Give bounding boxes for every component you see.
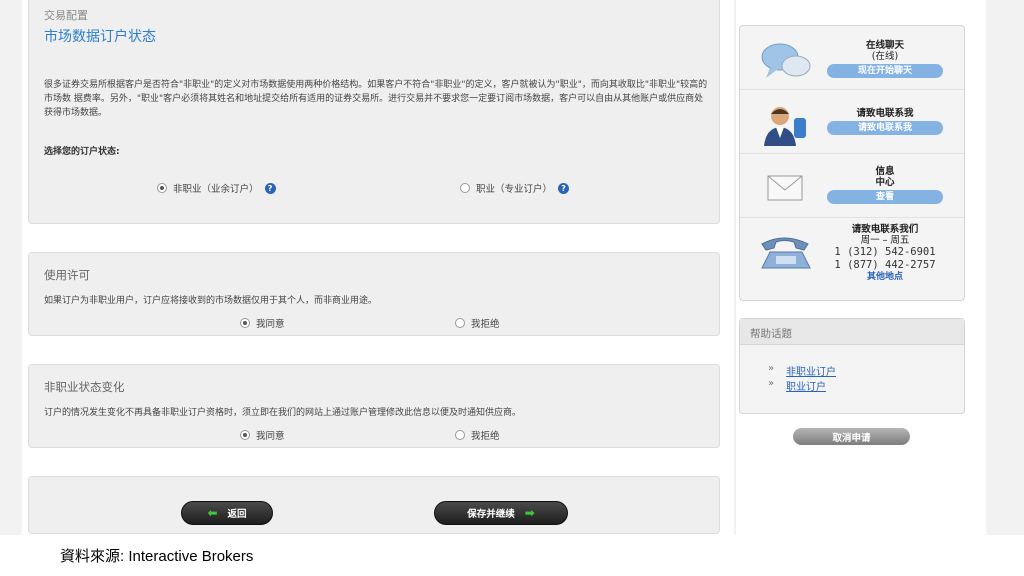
message-center-text: 信息 中心 查看 xyxy=(826,166,944,204)
save-continue-label: 保存并继续 xyxy=(467,509,515,520)
right-sidebar: 在线聊天 (在线) 现在开始聊天 请致电联系我 请致电联系我 信息 中心 查看 … xyxy=(736,0,986,535)
radio-dot-icon[interactable] xyxy=(460,183,470,193)
back-button-label: 返回 xyxy=(227,509,247,520)
subscriber-status-panel: 交易配置 市场数据订户状态 很多证券交易所根据客户是否符合"非职业"的定义对市场… xyxy=(28,0,720,224)
other-locations-link[interactable]: 其他地点 xyxy=(826,272,944,283)
section-title: 使用许可 xyxy=(44,268,90,282)
save-continue-button[interactable]: 保存并继续 ➡ xyxy=(434,501,568,525)
desk-phone-icon xyxy=(761,237,811,269)
status-change-panel: 非职业状态变化 订户的情况发生变化不再具备非职业订户资格时，须立即在我们的网站上… xyxy=(28,364,720,448)
chat-title: 在线聊天 xyxy=(865,40,904,51)
radio-reject[interactable]: 我拒绝 xyxy=(455,428,500,442)
call-me-title: 请致电联系我 xyxy=(856,108,914,119)
help-icon[interactable]: ? xyxy=(264,182,276,194)
message-title-2: 中心 xyxy=(875,177,895,188)
screenshot-area: 交易配置 市场数据订户状态 很多证券交易所根据客户是否符合"非职业"的定义对市场… xyxy=(0,0,1024,535)
radio-dot-icon[interactable] xyxy=(455,430,465,440)
intro-paragraph: 很多证券交易所根据客户是否符合"非职业"的定义对市场数据使用两种价格结构。如果客… xyxy=(44,80,708,118)
radio-reject[interactable]: 我拒绝 xyxy=(455,316,500,330)
envelope-icon xyxy=(767,175,803,201)
call-me-button[interactable]: 请致电联系我 xyxy=(827,121,943,135)
message-center-row: 信息 中心 查看 xyxy=(740,154,964,218)
view-messages-button[interactable]: 查看 xyxy=(827,190,943,204)
radio-agree[interactable]: 我同意 xyxy=(240,316,285,330)
live-chat-row: 在线聊天 (在线) 现在开始聊天 xyxy=(740,26,964,90)
radio-dot-icon[interactable] xyxy=(240,430,250,440)
section-text: 订户的情况发生变化不再具备非职业订户资格时，须立即在我们的网站上通过账户管理修改… xyxy=(44,408,522,418)
radio-label: 我同意 xyxy=(256,319,285,330)
status-label: 选择您的订户状态: xyxy=(44,147,120,157)
message-title-1: 信息 xyxy=(875,166,895,177)
radio-dot-icon[interactable] xyxy=(240,318,250,328)
phone-title: 请致电联系我们 xyxy=(851,224,919,235)
radio-agree[interactable]: 我同意 xyxy=(240,428,285,442)
arrow-left-icon: ⬅ xyxy=(207,506,218,520)
radio-label: 非职业（业余订户） xyxy=(173,184,259,195)
radio-label: 我同意 xyxy=(256,431,285,442)
radio-non-professional[interactable]: 非职业（业余订户） ? xyxy=(157,181,276,195)
start-chat-button[interactable]: 现在开始聊天 xyxy=(827,64,943,78)
phone-number-2: 1 (877) 442-2757 xyxy=(834,259,936,271)
help-topics-title: 帮助话题 xyxy=(740,319,964,345)
radio-label: 职业（专业订户） xyxy=(476,184,553,195)
chat-bubbles-icon xyxy=(761,43,811,78)
phone-row: 请致电联系我们 周一 – 周五 1 (312) 542-6901 1 (877)… xyxy=(740,218,964,300)
chat-status: (在线) xyxy=(871,51,899,62)
contact-box: 在线聊天 (在线) 现在开始聊天 请致电联系我 请致电联系我 信息 中心 查看 … xyxy=(739,25,965,301)
phone-hours: 周一 – 周五 xyxy=(860,235,910,246)
arrow-right-icon: ➡ xyxy=(524,506,535,520)
phone-text: 请致电联系我们 周一 – 周五 1 (312) 542-6901 1 (877)… xyxy=(826,224,944,283)
page-title: 市场数据订户状态 xyxy=(44,29,156,45)
radio-label: 我拒绝 xyxy=(471,319,500,330)
section-text: 如果订户为非职业用户，订户应将接收到的市场数据仅用于其个人，而非商业用途。 xyxy=(44,296,378,306)
help-icon[interactable]: ? xyxy=(558,182,570,194)
source-caption: 資料來源: Interactive Brokers xyxy=(60,548,254,565)
chevron-right-icon: » xyxy=(768,363,775,374)
call-me-row: 请致电联系我 请致电联系我 xyxy=(740,90,964,154)
main-column: 交易配置 市场数据订户状态 很多证券交易所根据客户是否符合"非职业"的定义对市场… xyxy=(22,0,734,535)
action-buttons-panel: ⬅ 返回 保存并继续 ➡ xyxy=(28,476,720,534)
help-topics-box: 帮助话题 » 非职业订户 » 职业订户 xyxy=(739,318,965,414)
radio-dot-icon[interactable] xyxy=(455,318,465,328)
phone-number-1: 1 (312) 542-6901 xyxy=(834,246,936,258)
cancel-application-button[interactable]: 取消申请 xyxy=(793,428,910,445)
call-me-text: 请致电联系我 请致电联系我 xyxy=(826,108,944,135)
radio-dot-icon[interactable] xyxy=(157,183,167,193)
help-link-non-professional[interactable]: 非职业订户 xyxy=(786,363,836,378)
help-link-professional[interactable]: 职业订户 xyxy=(786,378,826,393)
section-title: 非职业状态变化 xyxy=(44,380,125,394)
usage-license-panel: 使用许可 如果订户为非职业用户，订户应将接收到的市场数据仅用于其个人，而非商业用… xyxy=(28,252,720,336)
radio-professional[interactable]: 职业（专业订户） ? xyxy=(460,181,570,195)
chevron-right-icon: » xyxy=(768,378,775,389)
support-agent-icon xyxy=(764,107,806,146)
breadcrumb: 交易配置 xyxy=(44,9,88,22)
radio-label: 我拒绝 xyxy=(471,431,500,442)
back-button[interactable]: ⬅ 返回 xyxy=(181,501,273,525)
chat-text: 在线聊天 (在线) 现在开始聊天 xyxy=(826,40,944,78)
